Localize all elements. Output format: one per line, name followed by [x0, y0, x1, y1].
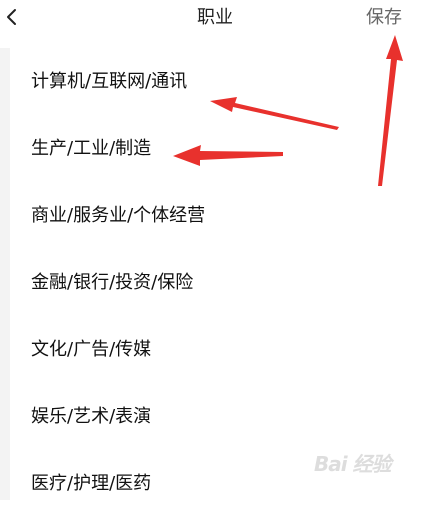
- occupation-item[interactable]: 娱乐/艺术/表演: [12, 383, 430, 449]
- occupation-label: 金融/银行/投资/保险: [31, 272, 194, 293]
- occupation-label: 医疗/护理/医药: [31, 473, 152, 494]
- occupation-item[interactable]: 商业/服务业/个体经营: [12, 182, 430, 248]
- baidu-watermark: Bai 经验: [314, 452, 392, 476]
- occupation-label: 计算机/互联网/通讯: [31, 71, 188, 92]
- save-button[interactable]: 保存: [366, 5, 402, 31]
- occupation-label: 文化/广告/传媒: [31, 339, 152, 360]
- occupation-label: 生产/工业/制造: [31, 138, 152, 159]
- occupation-label: 商业/服务业/个体经营: [31, 205, 206, 226]
- occupation-item[interactable]: 金融/银行/投资/保险: [12, 249, 430, 315]
- occupation-list: 计算机/互联网/通讯 生产/工业/制造 商业/服务业/个体经营 金融/银行/投资…: [0, 48, 430, 500]
- occupation-item[interactable]: 文化/广告/传媒: [12, 316, 430, 382]
- occupation-item[interactable]: 计算机/互联网/通讯: [12, 48, 430, 114]
- top-bar: 职业 保存: [0, 0, 430, 38]
- occupation-item[interactable]: 生产/工业/制造: [12, 115, 430, 181]
- occupation-label: 娱乐/艺术/表演: [31, 406, 152, 427]
